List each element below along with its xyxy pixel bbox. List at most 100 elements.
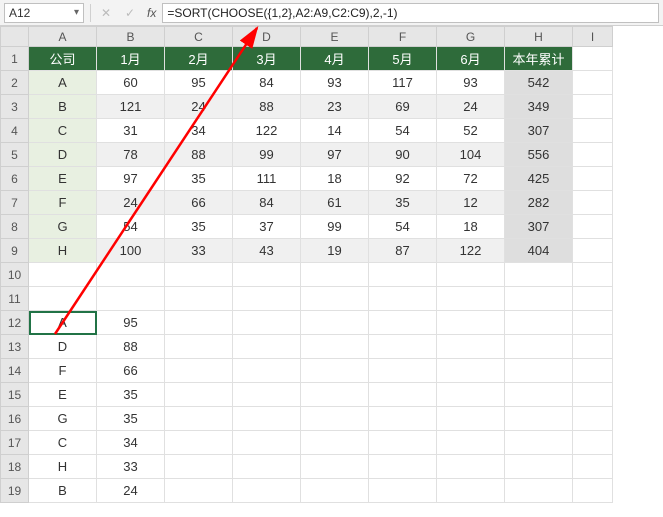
cell-F4[interactable]: 54: [369, 119, 437, 143]
row-header-12[interactable]: 12: [1, 311, 29, 335]
row-header-8[interactable]: 8: [1, 215, 29, 239]
cell-E10[interactable]: [301, 263, 369, 287]
cell-A3[interactable]: B: [29, 95, 97, 119]
cell-D15[interactable]: [233, 383, 301, 407]
cell-D11[interactable]: [233, 287, 301, 311]
cell-E13[interactable]: [301, 335, 369, 359]
cell-C19[interactable]: [165, 479, 233, 503]
cell-I9[interactable]: [573, 239, 613, 263]
cell-B3[interactable]: 121: [97, 95, 165, 119]
cell-E4[interactable]: 14: [301, 119, 369, 143]
cell-I15[interactable]: [573, 383, 613, 407]
cell-E11[interactable]: [301, 287, 369, 311]
cell-B14[interactable]: 66: [97, 359, 165, 383]
cell-A16[interactable]: G: [29, 407, 97, 431]
row-header-17[interactable]: 17: [1, 431, 29, 455]
cell-I19[interactable]: [573, 479, 613, 503]
cell-F19[interactable]: [369, 479, 437, 503]
cell-A8[interactable]: G: [29, 215, 97, 239]
cell-G7[interactable]: 12: [437, 191, 505, 215]
cell-H1[interactable]: 本年累计: [505, 47, 573, 71]
cell-G14[interactable]: [437, 359, 505, 383]
cell-H14[interactable]: [505, 359, 573, 383]
cell-I6[interactable]: [573, 167, 613, 191]
cell-E15[interactable]: [301, 383, 369, 407]
cell-A9[interactable]: H: [29, 239, 97, 263]
cell-G13[interactable]: [437, 335, 505, 359]
cell-H19[interactable]: [505, 479, 573, 503]
cell-A10[interactable]: [29, 263, 97, 287]
cell-C8[interactable]: 35: [165, 215, 233, 239]
cell-G10[interactable]: [437, 263, 505, 287]
cell-D8[interactable]: 37: [233, 215, 301, 239]
cell-H6[interactable]: 425: [505, 167, 573, 191]
row-header-15[interactable]: 15: [1, 383, 29, 407]
cell-E6[interactable]: 18: [301, 167, 369, 191]
cell-A17[interactable]: C: [29, 431, 97, 455]
cell-D2[interactable]: 84: [233, 71, 301, 95]
row-header-4[interactable]: 4: [1, 119, 29, 143]
cell-H2[interactable]: 542: [505, 71, 573, 95]
cell-D17[interactable]: [233, 431, 301, 455]
cell-F8[interactable]: 54: [369, 215, 437, 239]
cell-D18[interactable]: [233, 455, 301, 479]
row-header-11[interactable]: 11: [1, 287, 29, 311]
cell-D6[interactable]: 111: [233, 167, 301, 191]
cell-E19[interactable]: [301, 479, 369, 503]
col-header-F[interactable]: F: [369, 27, 437, 47]
cell-D5[interactable]: 99: [233, 143, 301, 167]
cell-C10[interactable]: [165, 263, 233, 287]
cell-B12[interactable]: 95: [97, 311, 165, 335]
col-header-B[interactable]: B: [97, 27, 165, 47]
cell-I2[interactable]: [573, 71, 613, 95]
cell-H10[interactable]: [505, 263, 573, 287]
cell-G9[interactable]: 122: [437, 239, 505, 263]
cell-C18[interactable]: [165, 455, 233, 479]
cell-F1[interactable]: 5月: [369, 47, 437, 71]
cell-C11[interactable]: [165, 287, 233, 311]
col-header-A[interactable]: A: [29, 27, 97, 47]
row-header-3[interactable]: 3: [1, 95, 29, 119]
cell-D12[interactable]: [233, 311, 301, 335]
cell-I13[interactable]: [573, 335, 613, 359]
cell-F7[interactable]: 35: [369, 191, 437, 215]
cell-B18[interactable]: 33: [97, 455, 165, 479]
cell-F18[interactable]: [369, 455, 437, 479]
cell-G17[interactable]: [437, 431, 505, 455]
col-header-G[interactable]: G: [437, 27, 505, 47]
cell-G6[interactable]: 72: [437, 167, 505, 191]
cell-D13[interactable]: [233, 335, 301, 359]
cell-D14[interactable]: [233, 359, 301, 383]
cell-D7[interactable]: 84: [233, 191, 301, 215]
cell-A15[interactable]: E: [29, 383, 97, 407]
cell-C4[interactable]: 34: [165, 119, 233, 143]
cell-A14[interactable]: F: [29, 359, 97, 383]
cell-C17[interactable]: [165, 431, 233, 455]
cell-F5[interactable]: 90: [369, 143, 437, 167]
cell-C12[interactable]: [165, 311, 233, 335]
cell-E2[interactable]: 93: [301, 71, 369, 95]
cell-E5[interactable]: 97: [301, 143, 369, 167]
name-box[interactable]: A12 ▾: [4, 3, 84, 23]
cell-H3[interactable]: 349: [505, 95, 573, 119]
cell-G2[interactable]: 93: [437, 71, 505, 95]
cell-H16[interactable]: [505, 407, 573, 431]
cell-I12[interactable]: [573, 311, 613, 335]
cell-A11[interactable]: 公司: [29, 287, 97, 311]
spreadsheet-grid[interactable]: ABCDEFGHI1公司1月2月3月4月5月6月本年累计2A6095849311…: [0, 26, 663, 503]
cell-F2[interactable]: 117: [369, 71, 437, 95]
cell-B15[interactable]: 35: [97, 383, 165, 407]
cell-E9[interactable]: 19: [301, 239, 369, 263]
row-header-9[interactable]: 9: [1, 239, 29, 263]
cell-H8[interactable]: 307: [505, 215, 573, 239]
cell-G8[interactable]: 18: [437, 215, 505, 239]
cell-B4[interactable]: 31: [97, 119, 165, 143]
cell-E7[interactable]: 61: [301, 191, 369, 215]
cell-B6[interactable]: 97: [97, 167, 165, 191]
cell-C14[interactable]: [165, 359, 233, 383]
cell-I16[interactable]: [573, 407, 613, 431]
cell-C5[interactable]: 88: [165, 143, 233, 167]
cell-F10[interactable]: [369, 263, 437, 287]
cell-G15[interactable]: [437, 383, 505, 407]
cell-I8[interactable]: [573, 215, 613, 239]
